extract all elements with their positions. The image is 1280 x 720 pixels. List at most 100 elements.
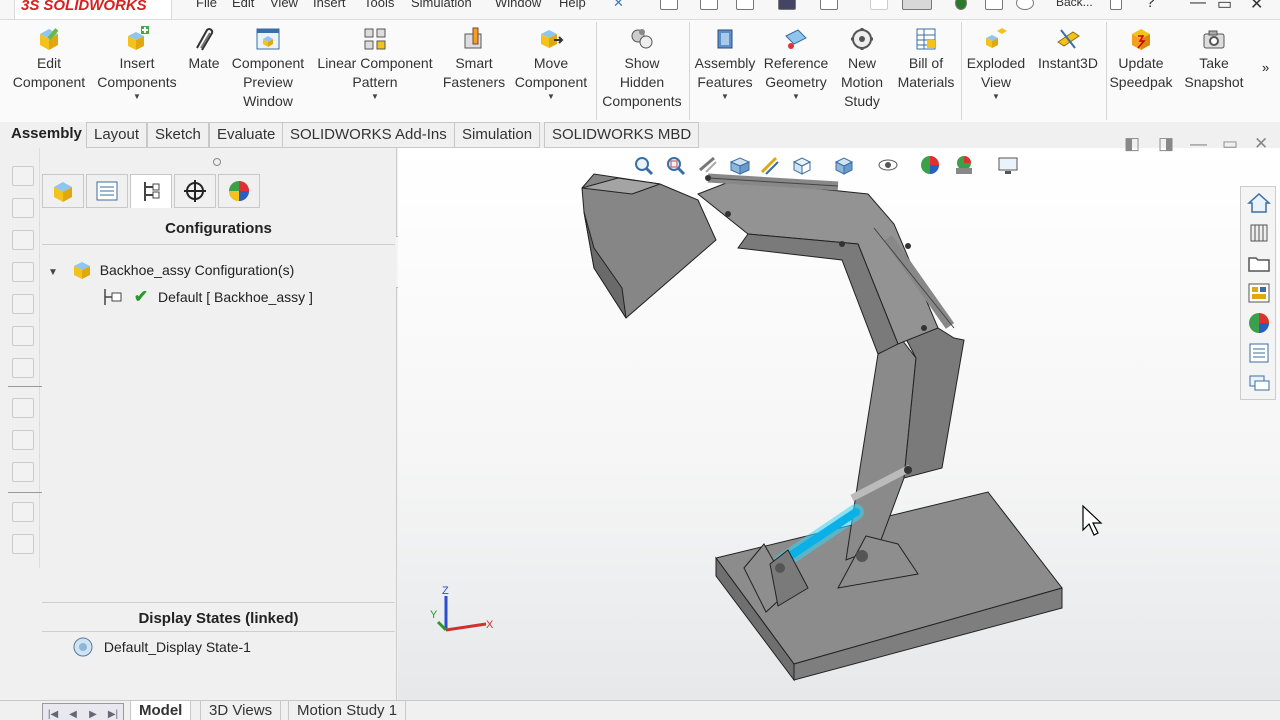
assembly-features-dropdown-icon[interactable]: ▼ [692,92,758,102]
tab-addins[interactable]: SOLIDWORKS Add-Ins [282,122,455,148]
new-document-icon[interactable] [700,0,718,10]
box-icon[interactable] [12,358,34,378]
box-icon[interactable] [12,166,34,186]
box-icon[interactable] [12,230,34,250]
first-tab-icon[interactable]: |◀ [43,707,63,720]
forum-icon[interactable] [1247,371,1271,395]
menu-simulation[interactable]: Simulation [411,0,472,10]
copy-icon[interactable] [12,502,34,522]
undo-icon[interactable] [870,0,888,10]
collapse-icon[interactable]: ▼ [48,267,58,278]
help-dropdown-icon[interactable]: ? [1146,0,1155,12]
ribbon-more-icon[interactable]: » [1262,60,1269,75]
display-manager-tab[interactable] [218,174,260,208]
options-icon[interactable] [1016,0,1034,10]
assembly-features-button[interactable]: Assembly Features ▼ [692,26,758,102]
property-manager-tab[interactable] [86,174,128,208]
box-icon[interactable] [12,326,34,346]
active-configuration-label: Default [ Backhoe_assy ] [158,289,313,306]
exploded-view-dropdown-icon[interactable]: ▼ [964,92,1028,102]
appearances-icon[interactable] [1247,311,1271,335]
menu-file[interactable]: File [196,0,217,10]
menu-help[interactable]: Help [559,0,586,10]
close-icon[interactable]: ✕ [1250,0,1263,14]
file-properties-icon[interactable] [985,0,1003,10]
display-state-row[interactable]: Default_Display State-1 [72,636,251,661]
previous-tab-icon[interactable]: ◀ [63,707,83,720]
linear-pattern-dropdown-icon[interactable]: ▼ [313,92,437,102]
copy-icon[interactable] [12,534,34,554]
update-speedpak-button[interactable]: Update Speedpak [1108,26,1174,92]
tree-row-root[interactable]: ▼ Backhoe_assy Configuration(s) [48,260,294,283]
tab-simulation[interactable]: Simulation [454,122,541,148]
menu-window[interactable]: Window [495,0,541,10]
tab-model[interactable]: Model [130,701,192,720]
linear-component-pattern-button[interactable]: Linear Component Pattern ▼ [313,26,437,102]
move-component-button[interactable]: Move Component ▼ [510,26,592,102]
edit-feature-icon[interactable] [12,398,34,418]
ribbon-separator [1106,22,1107,120]
new-motion-study-button[interactable]: New Motion Study [836,26,888,111]
mate-button[interactable]: Mate [184,26,224,73]
restore-icon[interactable]: ▭ [1217,0,1232,14]
instant3d-button[interactable]: Instant3D [1032,26,1104,73]
menu-edit[interactable]: Edit [232,0,254,10]
tree-row-default-config[interactable]: ✔ Default [ Backhoe_assy ] [102,287,313,310]
tab-assembly[interactable]: Assembly [4,122,89,148]
menu-insert[interactable]: Insert [313,0,346,10]
panel-drag-handle[interactable] [213,158,221,166]
exploded-view-icon [983,26,1009,52]
take-snapshot-button[interactable]: Take Snapshot [1180,26,1248,92]
insert-components-dropdown-icon[interactable]: ▼ [94,92,180,102]
configuration-manager-tab[interactable] [130,174,172,208]
tab-sketch[interactable]: Sketch [147,122,209,148]
custom-properties-icon[interactable] [1247,341,1271,365]
select-icon[interactable] [902,0,932,10]
tab-evaluate[interactable]: Evaluate [209,122,284,148]
last-tab-icon[interactable]: ▶| [103,707,123,720]
graphics-area[interactable]: ◧ ◨ — ▭ ✕ Z X Y [398,134,1280,700]
print-icon[interactable] [820,0,838,10]
assembly-features-label: Assembly Features [694,55,756,90]
show-hidden-components-button[interactable]: Show Hidden Components [600,26,684,111]
divider [42,631,395,632]
rebuild-icon[interactable] [955,0,967,10]
edit-component-button[interactable]: Edit Component [8,26,90,92]
insert-components-button[interactable]: Insert Components ▼ [94,26,180,102]
next-tab-icon[interactable]: ▶ [83,707,103,720]
tab-mbd[interactable]: SOLIDWORKS MBD [544,122,700,148]
tab-motion-study-1[interactable]: Motion Study 1 [288,701,407,720]
move-component-dropdown-icon[interactable]: ▼ [510,92,592,102]
menu-view[interactable]: View [270,0,298,10]
smart-fasteners-button[interactable]: Smart Fasteners [442,26,506,92]
save-icon[interactable] [778,0,796,10]
bill-of-materials-button[interactable]: Bill of Materials [894,26,958,92]
exploded-view-label: Exploded View [966,55,1026,90]
view-palette-icon[interactable] [1247,281,1271,305]
minimize-icon[interactable]: — [1190,0,1206,12]
file-explorer-icon[interactable] [1247,251,1271,275]
box-icon[interactable] [12,294,34,314]
backhoe-model[interactable] [398,148,1280,700]
box-icon[interactable] [12,198,34,218]
pin-icon[interactable]: ✕ [613,0,624,11]
reference-geometry-dropdown-icon[interactable]: ▼ [760,92,832,102]
feature-manager-tab[interactable] [42,174,84,208]
tab-3d-views[interactable]: 3D Views [200,701,282,720]
home-icon[interactable] [1247,191,1271,215]
open-icon[interactable] [736,0,754,10]
exploded-view-button[interactable]: Exploded View ▼ [964,26,1028,102]
design-library-icon[interactable] [1247,221,1271,245]
sketch-icon[interactable] [12,462,34,482]
wrench-icon[interactable] [12,430,34,450]
tab-layout[interactable]: Layout [86,122,148,148]
linear-pattern-icon [362,26,388,52]
dimxpert-tab[interactable] [174,174,216,208]
component-preview-window-button[interactable]: Component Preview Window [228,26,308,111]
search-icon[interactable] [1110,0,1122,10]
reference-geometry-button[interactable]: Reference Geometry ▼ [760,26,832,102]
box-icon[interactable] [12,262,34,282]
home-icon[interactable] [660,0,678,10]
solidworks-logo[interactable]: 3S SOLIDWORKS [14,0,172,19]
menu-tools[interactable]: Tools [364,0,394,10]
